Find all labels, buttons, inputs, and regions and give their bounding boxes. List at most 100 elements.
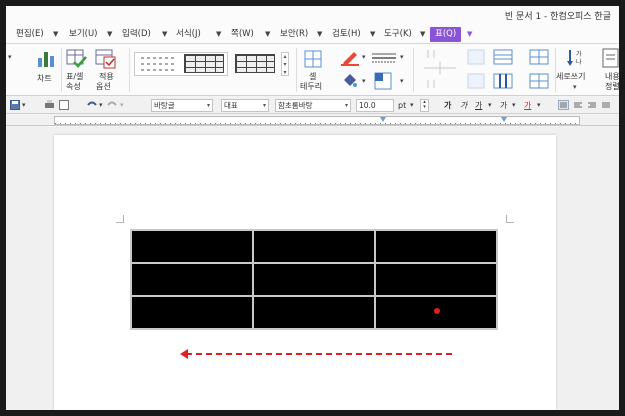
chevron-down-icon[interactable]: ▾ xyxy=(362,50,366,65)
menu-view[interactable]: 보기(U) xyxy=(69,27,98,42)
document-page[interactable] xyxy=(54,135,556,410)
chevron-down-icon[interactable]: ▼ xyxy=(317,27,322,42)
chevron-down-icon[interactable]: ▾ xyxy=(362,74,366,89)
chevron-down-icon[interactable]: ▼ xyxy=(216,27,221,42)
bold-button[interactable]: 가 xyxy=(444,100,451,111)
indent-marker[interactable] xyxy=(380,117,386,122)
divider xyxy=(61,48,62,92)
menu-security[interactable]: 보안(R) xyxy=(280,27,308,42)
menu-insert[interactable]: 입력(D) xyxy=(122,27,151,42)
chevron-down-icon[interactable]: ▾ xyxy=(400,74,404,89)
chart-label: 차트 xyxy=(37,74,52,83)
underline-button[interactable]: 가 xyxy=(475,100,482,111)
print-icon[interactable] xyxy=(44,100,55,110)
document-table[interactable] xyxy=(130,229,498,330)
chevron-down-icon[interactable]: ▼ xyxy=(162,27,167,42)
redo-icon[interactable] xyxy=(107,100,118,110)
vertical-writing-icon[interactable]: 가 나 xyxy=(566,48,586,68)
table-style-preset-1[interactable] xyxy=(184,54,224,73)
ribbon-toolbar: ▾ 차트 표/셀 속성 적용 옵션 ▴ ▾ ▾ 셀 테두리 ▾ ▾ ▾ ▾ 가 … xyxy=(6,44,619,96)
font-size-stepper[interactable]: ▴ ▾ xyxy=(420,99,429,112)
table-cell[interactable] xyxy=(252,229,376,264)
chevron-down-icon[interactable]: ▾ xyxy=(410,99,414,111)
paragraph-align-icons[interactable] xyxy=(558,100,616,110)
chevron-down-icon[interactable]: ▾ xyxy=(99,99,103,111)
chevron-down-icon[interactable]: ▾ xyxy=(573,80,577,95)
chevron-down-icon[interactable]: ▼ xyxy=(107,27,112,42)
italic-button[interactable]: 가 xyxy=(460,100,467,111)
table-row xyxy=(130,229,498,264)
chevron-down-icon[interactable]: ▼ xyxy=(467,27,472,42)
table-cell[interactable] xyxy=(130,229,254,264)
split-cells-icon[interactable] xyxy=(466,48,488,90)
table-cell[interactable] xyxy=(252,295,376,330)
cell-border-label-2: 테두리 xyxy=(300,82,323,91)
horizontal-ruler[interactable] xyxy=(6,114,619,126)
chevron-down-icon[interactable]: ▾ xyxy=(488,99,492,111)
table-style-preset-2[interactable] xyxy=(235,54,275,73)
table-cell[interactable] xyxy=(374,229,498,264)
table-cell[interactable] xyxy=(374,262,498,297)
apply-options-icon[interactable] xyxy=(95,49,117,69)
paragraph-style-select[interactable]: 바탕글 ▾ xyxy=(151,99,213,112)
cell-border-icon[interactable] xyxy=(304,50,322,68)
language-select[interactable]: 대표 ▾ xyxy=(221,99,269,112)
content-align-icon[interactable] xyxy=(602,48,619,68)
divider xyxy=(296,48,297,92)
font-size-input[interactable]: 10.0 xyxy=(356,99,394,112)
table-cell-props-label-2: 속성 xyxy=(66,82,81,91)
table-cell[interactable] xyxy=(252,262,376,297)
divider xyxy=(129,48,130,92)
preview-icon[interactable] xyxy=(59,100,69,110)
line-weight-icon[interactable] xyxy=(370,52,398,64)
divider xyxy=(413,48,414,92)
chevron-down-icon[interactable]: ▾ xyxy=(8,50,12,65)
distribute-rows-icon[interactable] xyxy=(492,48,514,90)
document-area xyxy=(6,127,619,410)
margin-corner xyxy=(506,215,514,223)
chevron-down-icon[interactable]: ▼ xyxy=(370,27,375,42)
divider xyxy=(555,48,556,92)
chevron-down-icon[interactable]: ▾ xyxy=(512,99,516,111)
strike-button[interactable]: 가 xyxy=(500,100,507,111)
pen-color-icon[interactable] xyxy=(340,49,360,67)
font-size-unit[interactable]: pt xyxy=(398,100,406,111)
table-properties-icon[interactable] xyxy=(66,49,88,69)
gallery-scroll[interactable]: ▴ ▾ ▾ xyxy=(281,52,289,76)
font-color-button[interactable]: 가 xyxy=(524,100,531,111)
font-select[interactable]: 함초롬바탕 ▾ xyxy=(275,99,351,112)
merge-cells-icon[interactable] xyxy=(420,48,460,90)
chevron-down-icon[interactable]: ▾ xyxy=(400,50,404,65)
bar-chart-icon[interactable] xyxy=(36,48,56,68)
app-window: 빈 문서 1 - 한컴오피스 한글 편집(E) ▼ 보기(U) ▼ 입력(D) … xyxy=(6,6,619,410)
table-cell[interactable] xyxy=(130,295,254,330)
chevron-down-icon[interactable]: ▾ xyxy=(120,99,124,111)
chevron-down-icon[interactable]: ▾ xyxy=(537,99,541,111)
menu-table[interactable]: 표(Q) xyxy=(430,27,462,42)
table-cell[interactable] xyxy=(130,262,254,297)
svg-text:나: 나 xyxy=(576,58,582,66)
format-toolbar: ▾ ▾ ▾ 바탕글 ▾ 대표 ▾ 함초롬바탕 ▾ 10.0 pt ▾ ▴ ▾ 가 가 가… xyxy=(6,97,619,114)
menu-edit[interactable]: 편집(E) xyxy=(16,27,44,42)
fill-color-icon[interactable] xyxy=(340,72,358,90)
drag-arrow-line xyxy=(186,353,452,355)
cell-border-label-1: 셀 xyxy=(309,72,317,81)
margin-corner xyxy=(116,215,124,223)
undo-icon[interactable] xyxy=(86,100,97,110)
menu-tools[interactable]: 도구(K) xyxy=(384,27,412,42)
apply-options-label-2: 옵션 xyxy=(96,82,111,91)
tab-marker[interactable] xyxy=(501,117,507,122)
table-row xyxy=(130,262,498,297)
cell-fill-icon[interactable] xyxy=(374,72,392,90)
chevron-down-icon[interactable]: ▾ xyxy=(22,99,26,111)
menu-page[interactable]: 쪽(W) xyxy=(231,27,254,42)
menu-format[interactable]: 서식(J) xyxy=(176,27,201,42)
chevron-down-icon[interactable]: ▼ xyxy=(265,27,270,42)
chevron-down-icon[interactable]: ▼ xyxy=(420,27,425,42)
distribute-cols-icon[interactable] xyxy=(528,48,550,90)
table-cell-props-label-1: 표/셀 xyxy=(66,72,84,81)
table-row xyxy=(130,295,498,330)
menu-review[interactable]: 검토(H) xyxy=(332,27,361,42)
save-icon[interactable] xyxy=(10,100,20,110)
chevron-down-icon[interactable]: ▼ xyxy=(53,27,58,42)
